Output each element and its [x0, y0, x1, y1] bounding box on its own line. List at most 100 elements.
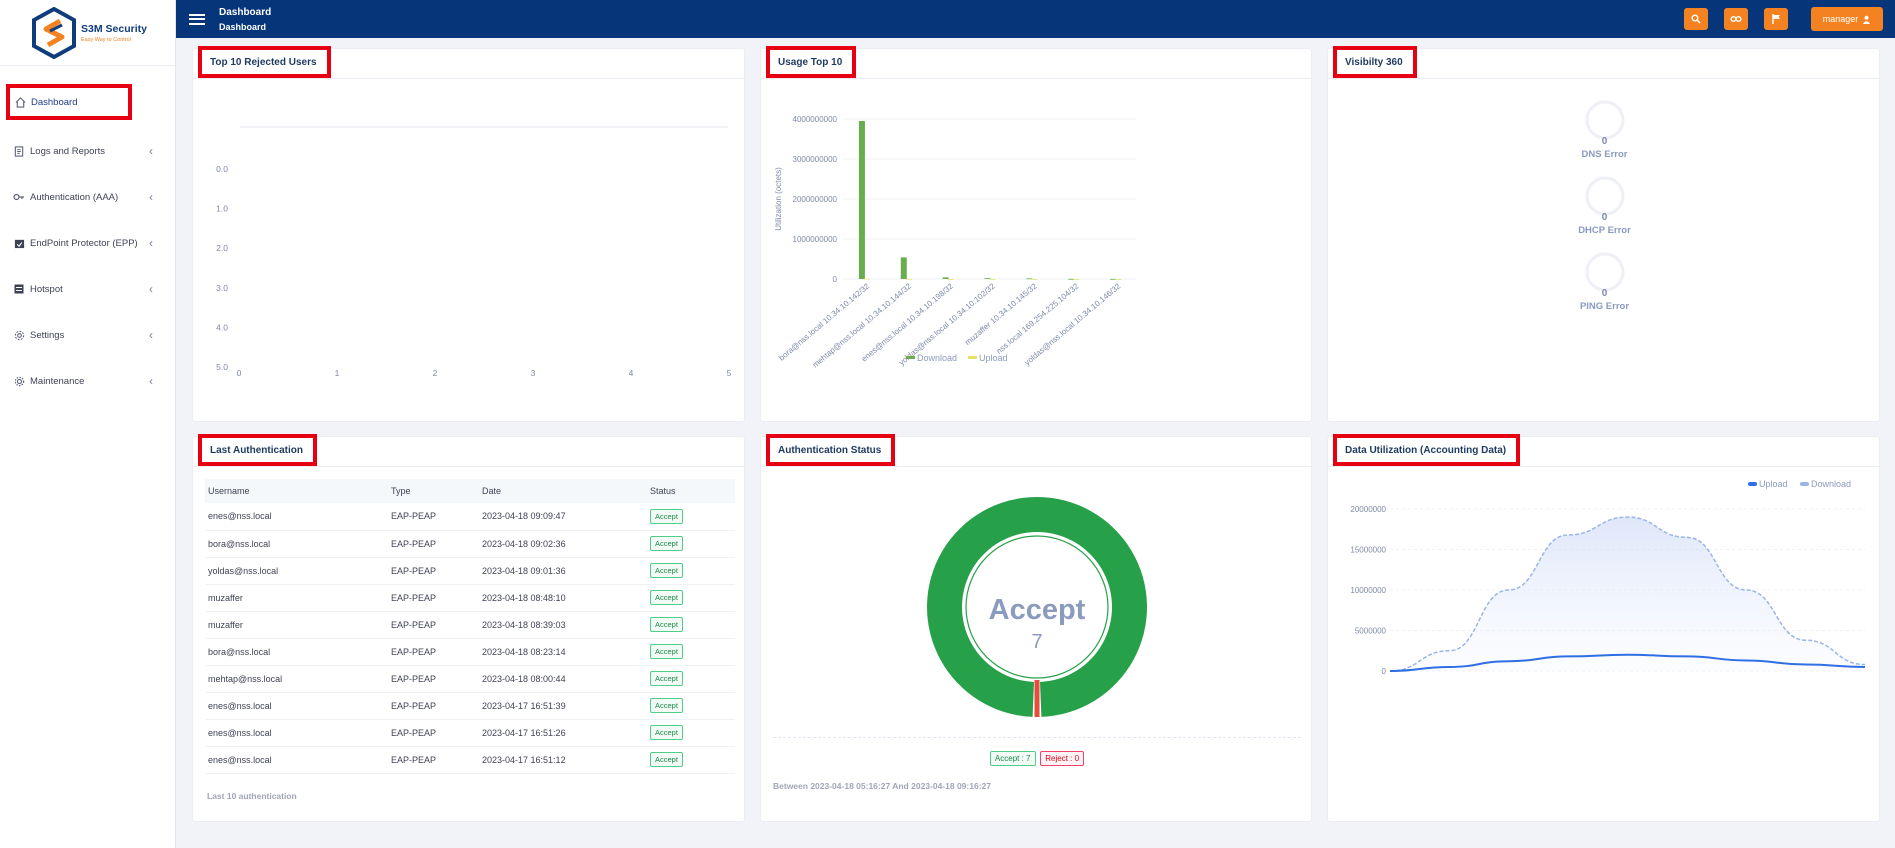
sidebar-menu: Dashboard Logs and Reports ‹ Authenticat… — [0, 84, 175, 404]
gauge-ring-icon — [1585, 252, 1624, 292]
table-row[interactable]: enes@nss.local EAP-PEAP 2023-04-17 16:51:1… — [205, 746, 735, 774]
bar-upload[interactable] — [1115, 278, 1122, 280]
donut-slice-reject-marker[interactable] — [1034, 680, 1040, 717]
bar-download[interactable] — [942, 277, 949, 279]
donut-center-label: Accept — [989, 594, 1086, 626]
sidebar-item-endpoint-protector[interactable]: EndPoint Protector (EPP) ‹ — [0, 220, 175, 266]
username-cell: yoldas@nss.local — [205, 557, 388, 585]
card-title: Data Utilization (Accounting Data) — [1333, 434, 1521, 466]
visibility-metric: 0 DHCP Error — [1328, 175, 1881, 251]
table-row[interactable]: enes@nss.local EAP-PEAP 2023-04-17 16:51:3… — [205, 692, 735, 720]
sidebar-item-maintenance[interactable]: Maintenance ‹ — [0, 358, 175, 404]
chevron-left-icon: ‹ — [149, 374, 153, 388]
bar-upload[interactable] — [1073, 278, 1080, 280]
chevron-left-icon: ‹ — [149, 282, 153, 296]
status-cell: Accept — [647, 665, 735, 693]
status-badge: Accept — [650, 617, 683, 632]
legend-label[interactable]: Upload — [1759, 479, 1788, 489]
y-tick-label: 1.0 — [216, 204, 228, 214]
date-cell: 2023-04-18 08:00:44 — [479, 665, 647, 693]
y-tick-label: 15000000 — [1350, 546, 1386, 555]
table-row[interactable]: muzaffer EAP-PEAP 2023-04-18 08:48:10 Accep… — [205, 584, 735, 612]
column-header[interactable]: Date — [479, 479, 647, 503]
y-tick-label: 5.0 — [216, 362, 228, 372]
y-tick-label: 4000000000 — [793, 115, 838, 124]
username-cell: muzaffer — [205, 611, 388, 639]
flag-button[interactable] — [1764, 8, 1788, 30]
metric-label: PING Error — [1579, 301, 1630, 312]
reject-count-badge: Reject : 0 — [1040, 751, 1085, 766]
legend-label[interactable]: Download — [917, 353, 957, 363]
metric-value: 0 — [1601, 212, 1608, 223]
table-row[interactable]: enes@nss.local EAP-PEAP 2023-04-18 09:09:4… — [205, 503, 735, 531]
chart-legend: Upload Download — [1748, 479, 1851, 489]
page-title: Dashboard — [219, 6, 272, 18]
breadcrumb-current[interactable]: Dashboard — [219, 22, 271, 32]
status-badge: Accept — [650, 536, 683, 551]
x-tick-label: 4 — [629, 368, 634, 378]
bar-upload[interactable] — [863, 278, 870, 280]
status-badge: Accept — [650, 698, 683, 713]
y-tick-label: 0.0 — [216, 164, 228, 174]
legend-label[interactable]: Download — [1811, 479, 1851, 489]
table-row[interactable]: yoldas@nss.local EAP-PEAP 2023-04-18 09:01… — [205, 557, 735, 585]
bar-upload[interactable] — [1031, 278, 1038, 280]
brand-name: S3M Security — [81, 22, 147, 35]
sidebar-item-dashboard[interactable]: Dashboard — [6, 84, 132, 120]
x-tick-labels: 0 1 2 3 4 5 — [237, 368, 732, 378]
status-badge: Accept — [650, 508, 683, 524]
sidebar-item-authentication[interactable]: Authentication (AAA) ‹ — [0, 174, 175, 220]
bar-upload[interactable] — [905, 278, 912, 280]
table-row[interactable]: mehtap@nss.local EAP-PEAP 2023-04-18 08:00… — [205, 665, 735, 693]
y-tick-label: 5000000 — [1355, 627, 1387, 636]
visibility-metric: 0 PING Error — [1328, 251, 1881, 327]
user-name: manager — [1822, 14, 1859, 24]
authentication-status-card: Authentication Status Accept 7 Accept : 7… — [760, 434, 1312, 822]
username-cell: enes@nss.local — [205, 692, 388, 720]
chevron-left-icon: ‹ — [149, 190, 153, 204]
sidebar-item-label: Hotspot — [30, 283, 63, 295]
legend-label[interactable]: Upload — [979, 353, 1008, 363]
gauge-ring-icon — [1585, 176, 1624, 216]
visibility-card: Visibilty 360 0 DNS Error 0 DHCP Error 0 PING… — [1327, 46, 1881, 422]
bar-download[interactable] — [984, 278, 991, 279]
column-header[interactable]: Username — [205, 479, 388, 503]
hamburger-menu-icon[interactable] — [189, 11, 205, 27]
usage-top10-card: Usage Top 10 4000000000 3000000000 2000000… — [760, 46, 1312, 422]
document-icon — [13, 145, 25, 157]
status-badge: Accept — [650, 671, 683, 686]
search-button[interactable] — [1684, 8, 1708, 30]
sidebar-item-settings[interactable]: Settings ‹ — [0, 312, 175, 358]
sidebar-item-logs-and-reports[interactable]: Logs and Reports ‹ — [0, 128, 175, 174]
type-cell: EAP-PEAP — [388, 584, 479, 612]
bar-upload[interactable] — [947, 278, 954, 280]
column-header[interactable]: Type — [388, 479, 479, 503]
y-tick-label: 10000000 — [1350, 586, 1386, 595]
type-cell: EAP-PEAP — [388, 530, 479, 558]
column-header[interactable]: Status — [647, 479, 735, 503]
table-row[interactable]: enes@nss.local EAP-PEAP 2023-04-17 16:51:2… — [205, 719, 735, 747]
table-row[interactable]: bora@nss.local EAP-PEAP 2023-04-18 09:02:3… — [205, 530, 735, 558]
sidebar-item-label: Maintenance — [30, 375, 85, 387]
type-cell: EAP-PEAP — [388, 719, 479, 747]
sidebar-item-hotspot[interactable]: Hotspot ‹ — [0, 266, 175, 312]
table-row[interactable]: bora@nss.local EAP-PEAP 2023-04-18 08:23:1… — [205, 638, 735, 666]
user-menu-button[interactable]: manager — [1811, 7, 1883, 31]
link-button[interactable] — [1724, 8, 1748, 30]
status-badge: Accept — [650, 752, 683, 767]
table-row[interactable]: muzaffer EAP-PEAP 2023-04-18 08:39:03 Accep… — [205, 611, 735, 639]
date-cell: 2023-04-17 16:51:26 — [479, 719, 647, 747]
bar-download[interactable] — [900, 257, 907, 279]
brand-logo[interactable]: S3M Security Easy Way to Control — [0, 0, 175, 66]
bar-download[interactable] — [858, 121, 865, 279]
bar-upload[interactable] — [989, 278, 996, 280]
visibility-metric: 0 DNS Error — [1328, 99, 1881, 175]
date-cell: 2023-04-17 16:51:12 — [479, 746, 647, 774]
status-cell: Accept — [647, 611, 735, 639]
chevron-left-icon: ‹ — [149, 144, 153, 158]
flag-icon — [1771, 14, 1780, 24]
date-cell: 2023-04-17 16:51:39 — [479, 692, 647, 720]
card-title: Visibilty 360 — [1333, 46, 1417, 78]
date-cell: 2023-04-18 09:01:36 — [479, 557, 647, 585]
divider — [773, 737, 1301, 738]
